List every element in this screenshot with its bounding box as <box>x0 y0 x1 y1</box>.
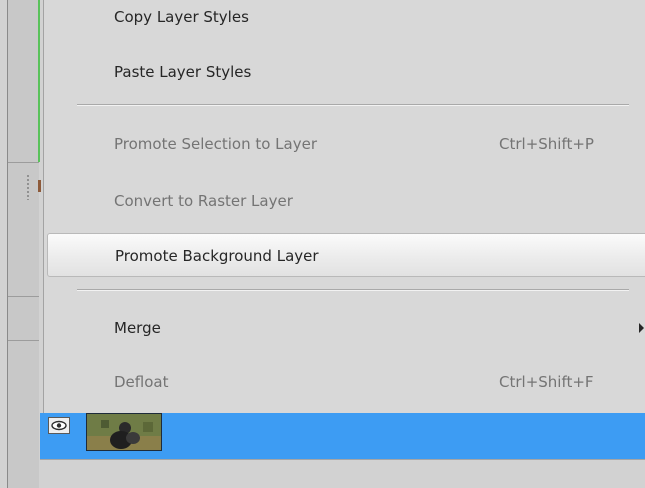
menu-item-convert-to-raster-layer: Convert to Raster Layer <box>44 179 645 223</box>
menu-item-defloat: Defloat Ctrl+Shift+F <box>44 360 645 404</box>
strip-divider <box>8 162 39 163</box>
menu-item-paste-layer-styles[interactable]: Paste Layer Styles <box>44 50 645 94</box>
layer-color-mark <box>38 180 41 192</box>
layers-panel-strip <box>8 0 39 488</box>
layer-row-selected[interactable] <box>40 413 645 459</box>
menu-item-promote-background-layer[interactable]: Promote Background Layer <box>47 233 645 277</box>
menu-item-promote-selection-to-layer: Promote Selection to Layer Ctrl+Shift+P <box>44 122 645 166</box>
menu-separator <box>77 104 629 106</box>
submenu-arrow-icon <box>639 323 644 333</box>
menu-item-label: Convert to Raster Layer <box>114 192 293 210</box>
menu-item-label: Merge <box>114 319 161 337</box>
drag-handle[interactable] <box>26 174 30 200</box>
strip-divider <box>8 296 39 297</box>
menu-item-copy-layer-styles[interactable]: Copy Layer Styles <box>44 0 645 39</box>
menu-item-label: Defloat <box>114 373 169 391</box>
layer-thumbnail <box>86 413 162 451</box>
strip-divider <box>8 340 39 341</box>
menu-item-merge[interactable]: Merge <box>44 306 645 350</box>
menu-item-shortcut: Ctrl+Shift+F <box>499 373 594 391</box>
menu-item-label: Promote Selection to Layer <box>114 135 318 153</box>
context-menu: Copy Layer Styles Paste Layer Styles Pro… <box>43 0 645 413</box>
menu-item-shortcut: Ctrl+Shift+P <box>499 135 594 153</box>
layer-accent-line <box>38 0 40 162</box>
menu-item-label: Paste Layer Styles <box>114 63 252 81</box>
menu-separator <box>77 289 629 291</box>
panel-divider <box>40 459 645 460</box>
menu-item-label: Copy Layer Styles <box>114 8 249 26</box>
eye-icon[interactable] <box>48 417 70 434</box>
menu-item-label: Promote Background Layer <box>115 247 319 265</box>
